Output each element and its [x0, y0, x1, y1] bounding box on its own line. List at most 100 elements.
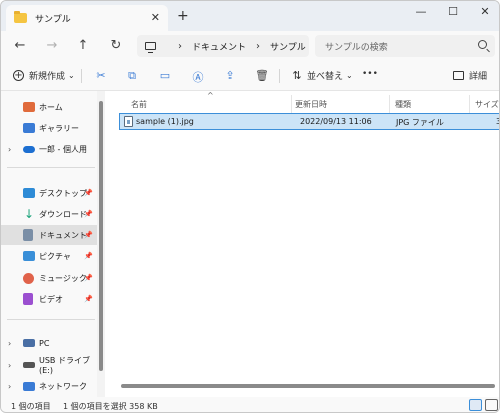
expand-chevron-icon[interactable]: ›	[8, 382, 11, 391]
sidebar-item-label: 一郎 - 個人用	[39, 144, 87, 154]
up-button[interactable]: ↑	[75, 38, 91, 53]
address-row: ← → ↑ ↻ › ドキュメント › サンプル サンプルの検索	[1, 31, 499, 61]
share-button[interactable]: ⇪	[223, 69, 237, 82]
refresh-button[interactable]: ↻	[108, 38, 124, 53]
status-bar: 1 個の項目 1 個の項目を選択 358 KB	[1, 397, 499, 412]
details-label: 詳細	[469, 72, 488, 82]
sort-icon: ⇅	[292, 69, 302, 82]
column-header-type[interactable]: 種類	[395, 95, 411, 113]
sidebar-item-downloads[interactable]: ↓ ダウンロード 📌	[1, 204, 97, 224]
cut-button[interactable]: ✂	[94, 69, 108, 82]
back-button[interactable]: ←	[12, 38, 28, 53]
table-row[interactable]: sample (1).jpg 2022/09/13 11:06 JPG ファイル…	[119, 113, 499, 130]
file-date: 2022/09/13 11:06	[300, 117, 372, 126]
file-type: JPG ファイル	[396, 118, 444, 127]
chevron-right-icon[interactable]: ›	[256, 41, 260, 52]
file-list: ^ 名前 更新日時 種類 サイズ sample (1).jpg 2022/09/…	[105, 91, 499, 397]
download-icon: ↓	[23, 207, 35, 221]
sidebar-item-documents[interactable]: ドキュメント 📌	[1, 225, 97, 245]
cloud-icon	[23, 145, 35, 153]
network-icon	[23, 381, 35, 391]
image-file-icon	[124, 116, 133, 127]
tab-sample[interactable]: サンプル ✕	[6, 5, 168, 31]
sort-indicator-icon: ^	[207, 91, 214, 100]
sidebar-item-label: ホーム	[39, 102, 63, 112]
column-header-name[interactable]: 名前	[131, 95, 147, 113]
sidebar-item-network[interactable]: › ネットワーク	[1, 376, 97, 396]
pin-icon: 📌	[84, 252, 93, 260]
sidebar-item-pc[interactable]: › PC	[1, 333, 97, 353]
home-icon	[23, 102, 35, 112]
new-label: 新規作成	[29, 72, 66, 82]
delete-button[interactable]: 🗑	[255, 69, 269, 82]
rename-button[interactable]: Ⓐ	[191, 69, 205, 85]
chevron-down-icon: ⌄	[346, 71, 353, 80]
file-explorer-window: サンプル ✕ + — ☐ ✕ ← → ↑ ↻ › ドキュメント › サンプル サ…	[0, 0, 500, 413]
ellipsis-icon: •••	[362, 69, 378, 79]
pc-icon	[145, 42, 156, 53]
chevron-right-icon[interactable]: ›	[178, 41, 182, 52]
tiles-view-icon[interactable]	[485, 399, 498, 411]
column-divider[interactable]	[469, 95, 470, 113]
sidebar-item-label: デスクトップ	[39, 188, 87, 198]
documents-icon	[23, 229, 33, 241]
gallery-icon	[23, 123, 35, 133]
details-pane-button[interactable]: 詳細	[453, 69, 487, 82]
sidebar-item-label: ダウンロード	[39, 209, 87, 219]
search-input[interactable]: サンプルの検索	[315, 35, 495, 57]
clipboard-icon: ▭	[159, 69, 171, 82]
column-header-size[interactable]: サイズ	[475, 95, 499, 113]
search-placeholder: サンプルの検索	[325, 42, 388, 53]
sidebar-item-music[interactable]: ミュージック 📌	[1, 268, 97, 288]
file-size: 3	[496, 117, 499, 126]
sidebar-item-label: USB ドライブ (E:)	[39, 356, 90, 375]
selection-info: 1 個の項目を選択 358 KB	[63, 402, 158, 411]
copy-icon: ⧉	[128, 69, 136, 82]
sidebar-item-desktop[interactable]: デスクトップ 📌	[1, 183, 97, 203]
pc-icon	[23, 339, 35, 347]
address-bar[interactable]: › ドキュメント › サンプル	[137, 35, 309, 57]
plus-circle-icon: +	[13, 70, 24, 81]
usb-drive-icon	[23, 362, 35, 368]
minimize-button[interactable]: —	[411, 5, 431, 18]
music-icon	[23, 272, 34, 284]
pin-icon: 📌	[84, 231, 93, 239]
sort-button[interactable]: ⇅ 並べ替え ⌄	[290, 69, 353, 82]
breadcrumb-sample[interactable]: サンプル	[270, 40, 306, 53]
column-divider[interactable]	[389, 95, 390, 113]
tab-close-icon[interactable]: ✕	[151, 11, 160, 24]
sidebar-item-label: ギャラリー	[39, 123, 79, 133]
more-options-button[interactable]: •••	[362, 69, 378, 79]
new-button[interactable]: + 新規作成 ⌄	[13, 69, 75, 82]
column-divider[interactable]	[291, 95, 292, 113]
sidebar-item-gallery[interactable]: ギャラリー	[1, 118, 97, 138]
file-name: sample (1).jpg	[136, 117, 194, 126]
item-count: 1 個の項目	[11, 402, 51, 411]
sidebar-item-pictures[interactable]: ピクチャ 📌	[1, 246, 97, 266]
sidebar-item-home[interactable]: ホーム	[1, 97, 97, 117]
new-tab-button[interactable]: +	[177, 8, 189, 24]
breadcrumb-documents[interactable]: ドキュメント	[192, 40, 246, 53]
sidebar-item-usb-drive[interactable]: › USB ドライブ (E:)	[1, 355, 97, 375]
chevron-down-icon: ⌄	[68, 71, 75, 80]
column-header-date[interactable]: 更新日時	[295, 95, 327, 113]
sidebar-divider	[7, 319, 95, 320]
details-view-icon[interactable]	[469, 399, 482, 411]
expand-chevron-icon[interactable]: ›	[8, 339, 11, 348]
desktop-icon	[23, 188, 35, 198]
pin-icon: 📌	[84, 189, 93, 197]
maximize-button[interactable]: ☐	[443, 5, 463, 18]
rename-icon: Ⓐ	[192, 71, 204, 84]
paste-button[interactable]: ▭	[158, 69, 172, 82]
copy-button[interactable]: ⧉	[125, 69, 139, 83]
sidebar-item-onedrive[interactable]: › 一郎 - 個人用	[1, 139, 97, 159]
horizontal-scrollbar[interactable]	[121, 384, 495, 388]
sidebar-scrollbar[interactable]	[99, 101, 103, 371]
details-pane-icon	[453, 71, 464, 80]
forward-button[interactable]: →	[44, 38, 60, 53]
sidebar-item-label: ドキュメント	[39, 230, 87, 240]
expand-chevron-icon[interactable]: ›	[8, 145, 11, 154]
close-button[interactable]: ✕	[475, 5, 495, 18]
sidebar-item-videos[interactable]: ビデオ 📌	[1, 289, 97, 309]
expand-chevron-icon[interactable]: ›	[8, 361, 11, 370]
